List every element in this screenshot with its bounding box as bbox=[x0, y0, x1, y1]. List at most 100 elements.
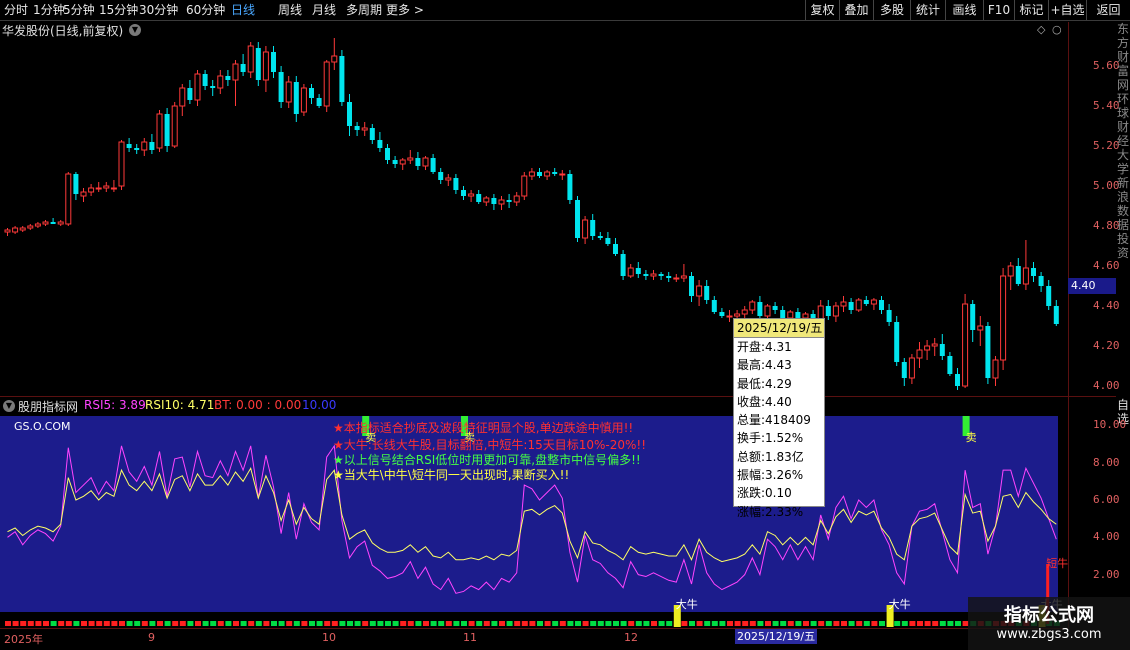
toolbar-button-4[interactable]: 画线 bbox=[945, 0, 983, 20]
candle[interactable] bbox=[1015, 258, 1021, 286]
candle[interactable] bbox=[491, 194, 497, 210]
candle[interactable] bbox=[19, 226, 26, 232]
candle[interactable] bbox=[415, 152, 421, 170]
candle[interactable] bbox=[643, 270, 649, 280]
candle[interactable] bbox=[88, 184, 95, 196]
candle[interactable] bbox=[57, 220, 64, 226]
candle[interactable] bbox=[232, 60, 239, 106]
candle[interactable] bbox=[309, 84, 314, 104]
candle[interactable] bbox=[476, 190, 482, 204]
candle[interactable] bbox=[399, 158, 406, 170]
candle[interactable] bbox=[635, 262, 641, 278]
candle[interactable] bbox=[293, 76, 299, 122]
period-tab-6[interactable]: 日线 bbox=[231, 2, 255, 18]
candle[interactable] bbox=[141, 138, 148, 156]
candle[interactable] bbox=[901, 358, 907, 386]
candle[interactable] bbox=[278, 66, 284, 108]
diamond-icon[interactable]: ◇ bbox=[1037, 23, 1045, 36]
candle[interactable] bbox=[225, 70, 231, 86]
toolbar-button-0[interactable]: 复权 bbox=[805, 0, 839, 20]
candle[interactable] bbox=[567, 170, 573, 204]
candle[interactable] bbox=[924, 340, 931, 360]
candle[interactable] bbox=[680, 264, 687, 282]
candle[interactable] bbox=[445, 174, 452, 186]
candle[interactable] bbox=[879, 296, 884, 314]
candle[interactable] bbox=[613, 238, 618, 256]
candle[interactable] bbox=[300, 84, 307, 116]
candle[interactable] bbox=[271, 46, 276, 78]
candle[interactable] bbox=[156, 110, 163, 152]
candle[interactable] bbox=[240, 54, 246, 76]
candle[interactable] bbox=[863, 296, 869, 306]
candle[interactable] bbox=[377, 132, 383, 152]
candle[interactable] bbox=[704, 280, 710, 304]
candle[interactable] bbox=[354, 122, 360, 136]
candle[interactable] bbox=[468, 190, 475, 202]
candle[interactable] bbox=[323, 60, 330, 112]
candle[interactable] bbox=[217, 70, 224, 94]
candle[interactable] bbox=[666, 272, 672, 282]
candle[interactable] bbox=[894, 316, 900, 366]
candle[interactable] bbox=[202, 70, 208, 90]
candle[interactable] bbox=[438, 168, 444, 184]
candle[interactable] bbox=[110, 180, 117, 192]
candle[interactable] bbox=[977, 316, 984, 346]
candle[interactable] bbox=[1000, 268, 1007, 370]
candle[interactable] bbox=[407, 150, 414, 164]
candle[interactable] bbox=[620, 250, 626, 280]
candle[interactable] bbox=[4, 228, 11, 236]
period-tab-10[interactable]: 更多 > bbox=[386, 2, 424, 18]
candle[interactable] bbox=[42, 220, 49, 226]
candle[interactable] bbox=[453, 174, 459, 194]
candle[interactable] bbox=[840, 296, 847, 312]
period-tab-2[interactable]: 5分钟 bbox=[63, 2, 95, 18]
candle[interactable] bbox=[711, 296, 717, 314]
period-tab-0[interactable]: 分时 bbox=[4, 2, 28, 18]
candle[interactable] bbox=[985, 322, 991, 384]
candle[interactable] bbox=[262, 46, 269, 92]
candle[interactable] bbox=[726, 310, 733, 322]
candle[interactable] bbox=[27, 224, 34, 230]
candle[interactable] bbox=[908, 354, 915, 384]
candle[interactable] bbox=[12, 226, 19, 234]
candle[interactable] bbox=[552, 168, 558, 176]
candle[interactable] bbox=[1031, 262, 1036, 282]
candle[interactable] bbox=[886, 304, 892, 326]
candle[interactable] bbox=[575, 196, 580, 242]
candle[interactable] bbox=[385, 144, 390, 164]
candle[interactable] bbox=[696, 280, 703, 306]
candle[interactable] bbox=[544, 170, 551, 180]
candle[interactable] bbox=[513, 192, 520, 206]
candle[interactable] bbox=[559, 170, 566, 180]
candle[interactable] bbox=[590, 214, 596, 240]
candle[interactable] bbox=[126, 138, 132, 152]
candle[interactable] bbox=[605, 232, 611, 246]
candle[interactable] bbox=[73, 172, 79, 200]
candle[interactable] bbox=[134, 144, 140, 154]
candle[interactable] bbox=[528, 168, 535, 180]
candle[interactable] bbox=[179, 84, 186, 116]
candle[interactable] bbox=[361, 122, 368, 136]
candle[interactable] bbox=[339, 50, 345, 106]
candle[interactable] bbox=[392, 156, 398, 168]
candle[interactable] bbox=[1053, 300, 1059, 326]
candle[interactable] bbox=[483, 196, 490, 206]
indicator-dropdown-icon[interactable]: ▼ bbox=[3, 400, 15, 412]
candle[interactable] bbox=[118, 140, 125, 190]
candle[interactable] bbox=[870, 298, 877, 310]
candle[interactable] bbox=[149, 134, 155, 154]
candle[interactable] bbox=[749, 300, 756, 314]
period-tab-3[interactable]: 15分钟 bbox=[99, 2, 138, 18]
candle[interactable] bbox=[247, 42, 254, 78]
title-dropdown-icon[interactable]: ▼ bbox=[129, 24, 141, 36]
candle[interactable] bbox=[931, 338, 938, 356]
candle[interactable] bbox=[916, 342, 923, 368]
candle[interactable] bbox=[741, 306, 748, 318]
candle[interactable] bbox=[650, 270, 657, 280]
candle[interactable] bbox=[1046, 280, 1052, 310]
candle[interactable] bbox=[582, 216, 589, 244]
candle[interactable] bbox=[316, 94, 322, 108]
candle[interactable] bbox=[187, 80, 193, 104]
candle[interactable] bbox=[164, 108, 170, 152]
indicator-name[interactable]: 股朋指标网 bbox=[18, 398, 78, 415]
